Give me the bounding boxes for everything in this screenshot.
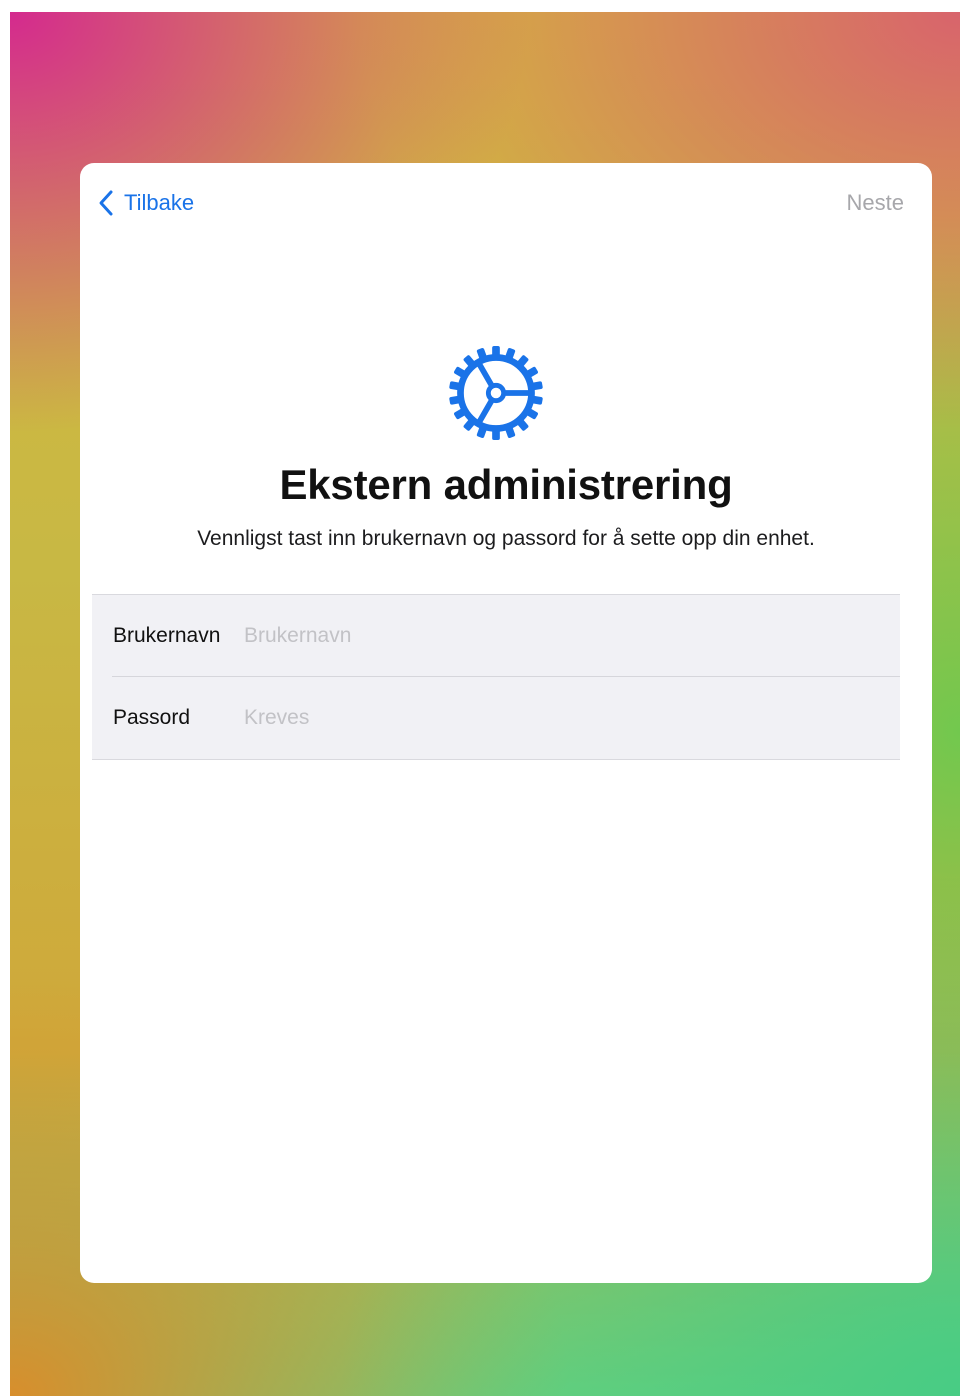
username-label: Brukernavn xyxy=(113,624,221,647)
page-subtitle: Vennligst tast inn brukernavn og passord… xyxy=(197,527,815,550)
wallpaper-background: Tilbake Neste Ekstern administrering Ven… xyxy=(10,12,960,1396)
password-label: Passord xyxy=(113,706,191,729)
username-input[interactable] xyxy=(244,616,844,656)
back-button[interactable]: Tilbake xyxy=(98,185,194,221)
next-button-label: Neste xyxy=(846,190,904,215)
chevron-left-icon xyxy=(99,190,113,216)
password-row: Passord xyxy=(92,677,900,759)
password-input[interactable] xyxy=(244,698,844,738)
username-row: Brukernavn xyxy=(92,595,900,677)
next-button[interactable]: Neste xyxy=(847,185,904,221)
back-button-label: Tilbake xyxy=(124,190,195,215)
gear-icon xyxy=(449,345,543,441)
page-title: Ekstern administrering xyxy=(279,461,733,508)
setup-sheet: Tilbake Neste Ekstern administrering Ven… xyxy=(80,163,932,1283)
credentials-form: Brukernavn Passord xyxy=(92,594,900,760)
